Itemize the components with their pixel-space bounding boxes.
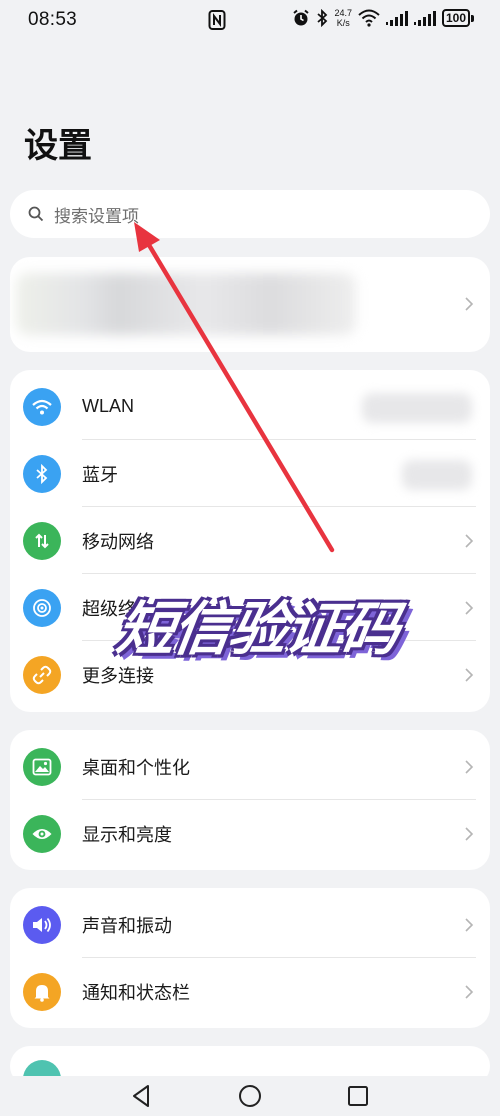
settings-group-display: 桌面和个性化 显示和亮度 [10, 730, 490, 870]
super-device-icon [23, 588, 61, 627]
status-time: 08:53 [28, 9, 78, 30]
bluetooth-icon [23, 454, 61, 493]
search-placeholder: 搜索设置项 [54, 206, 139, 227]
chevron-right-icon [465, 667, 474, 682]
status-bar: 08:53 24.7 K/s 100 [0, 0, 500, 40]
navigation-bar [0, 1076, 500, 1116]
battery-tip [471, 14, 474, 22]
account-info-blurred [16, 273, 356, 335]
bluetooth-status-icon [317, 9, 328, 27]
settings-item-mobile-network[interactable]: 移动网络 [10, 507, 490, 574]
signal-icon-1 [385, 11, 408, 26]
network-speed: 24.7 K/s [334, 8, 352, 28]
back-button[interactable] [128, 1082, 156, 1110]
settings-item-sound-vibration[interactable]: 声音和振动 [10, 891, 490, 958]
chevron-right-icon [465, 759, 474, 774]
speed-unit: K/s [336, 18, 350, 28]
settings-item-display-brightness[interactable]: 显示和亮度 [10, 800, 490, 867]
search-icon [28, 206, 44, 222]
chevron-right-icon [465, 917, 474, 932]
bluetooth-value-blurred [402, 460, 472, 490]
wlan-value-blurred [362, 393, 472, 423]
overlay-text: 短信验证码 [112, 595, 403, 663]
signal-icon-2 [413, 11, 436, 26]
chevron-right-icon [465, 600, 474, 615]
settings-group-sound-notifications: 声音和振动 通知和状态栏 [10, 888, 490, 1028]
nfc-icon [208, 10, 226, 30]
chevron-right-icon [465, 533, 474, 548]
speed-value: 24.7 [334, 8, 352, 18]
wifi-status-icon [358, 9, 380, 27]
settings-item-bluetooth[interactable]: 蓝牙 [10, 440, 490, 507]
settings-item-label: 桌面和个性化 [82, 757, 190, 779]
chevron-right-icon [465, 984, 474, 999]
battery-indicator: 100 [441, 9, 474, 27]
home-button[interactable] [236, 1082, 264, 1110]
recents-button[interactable] [344, 1082, 372, 1110]
alarm-icon [293, 9, 310, 26]
battery-level: 100 [441, 9, 470, 27]
status-indicators: 24.7 K/s 100 [292, 8, 474, 28]
wallpaper-icon [23, 747, 61, 786]
settings-item-desktop-personalization[interactable]: 桌面和个性化 [10, 733, 490, 800]
search-input[interactable]: 搜索设置项 [10, 190, 490, 238]
link-icon [23, 655, 61, 694]
settings-item-label: WLAN [82, 396, 135, 416]
settings-item-label: 声音和振动 [82, 915, 172, 937]
mobile-data-icon [23, 521, 61, 560]
chevron-right-icon [465, 826, 474, 841]
sound-icon [23, 905, 61, 944]
settings-item-label: 显示和亮度 [82, 824, 172, 846]
settings-item-wlan[interactable]: WLAN [10, 373, 490, 440]
settings-item-label: 蓝牙 [82, 464, 118, 486]
page-title: 设置 [24, 126, 92, 166]
eye-icon [23, 814, 61, 853]
chevron-right-icon [465, 297, 474, 311]
overlay-stamp: 短信验证码 [113, 582, 448, 672]
settings-item-label: 移动网络 [82, 531, 154, 553]
bell-icon [23, 972, 61, 1011]
settings-item-label: 通知和状态栏 [82, 982, 190, 1004]
account-card[interactable] [10, 257, 490, 352]
settings-item-notifications-statusbar[interactable]: 通知和状态栏 [10, 958, 490, 1025]
wifi-icon [23, 387, 61, 426]
